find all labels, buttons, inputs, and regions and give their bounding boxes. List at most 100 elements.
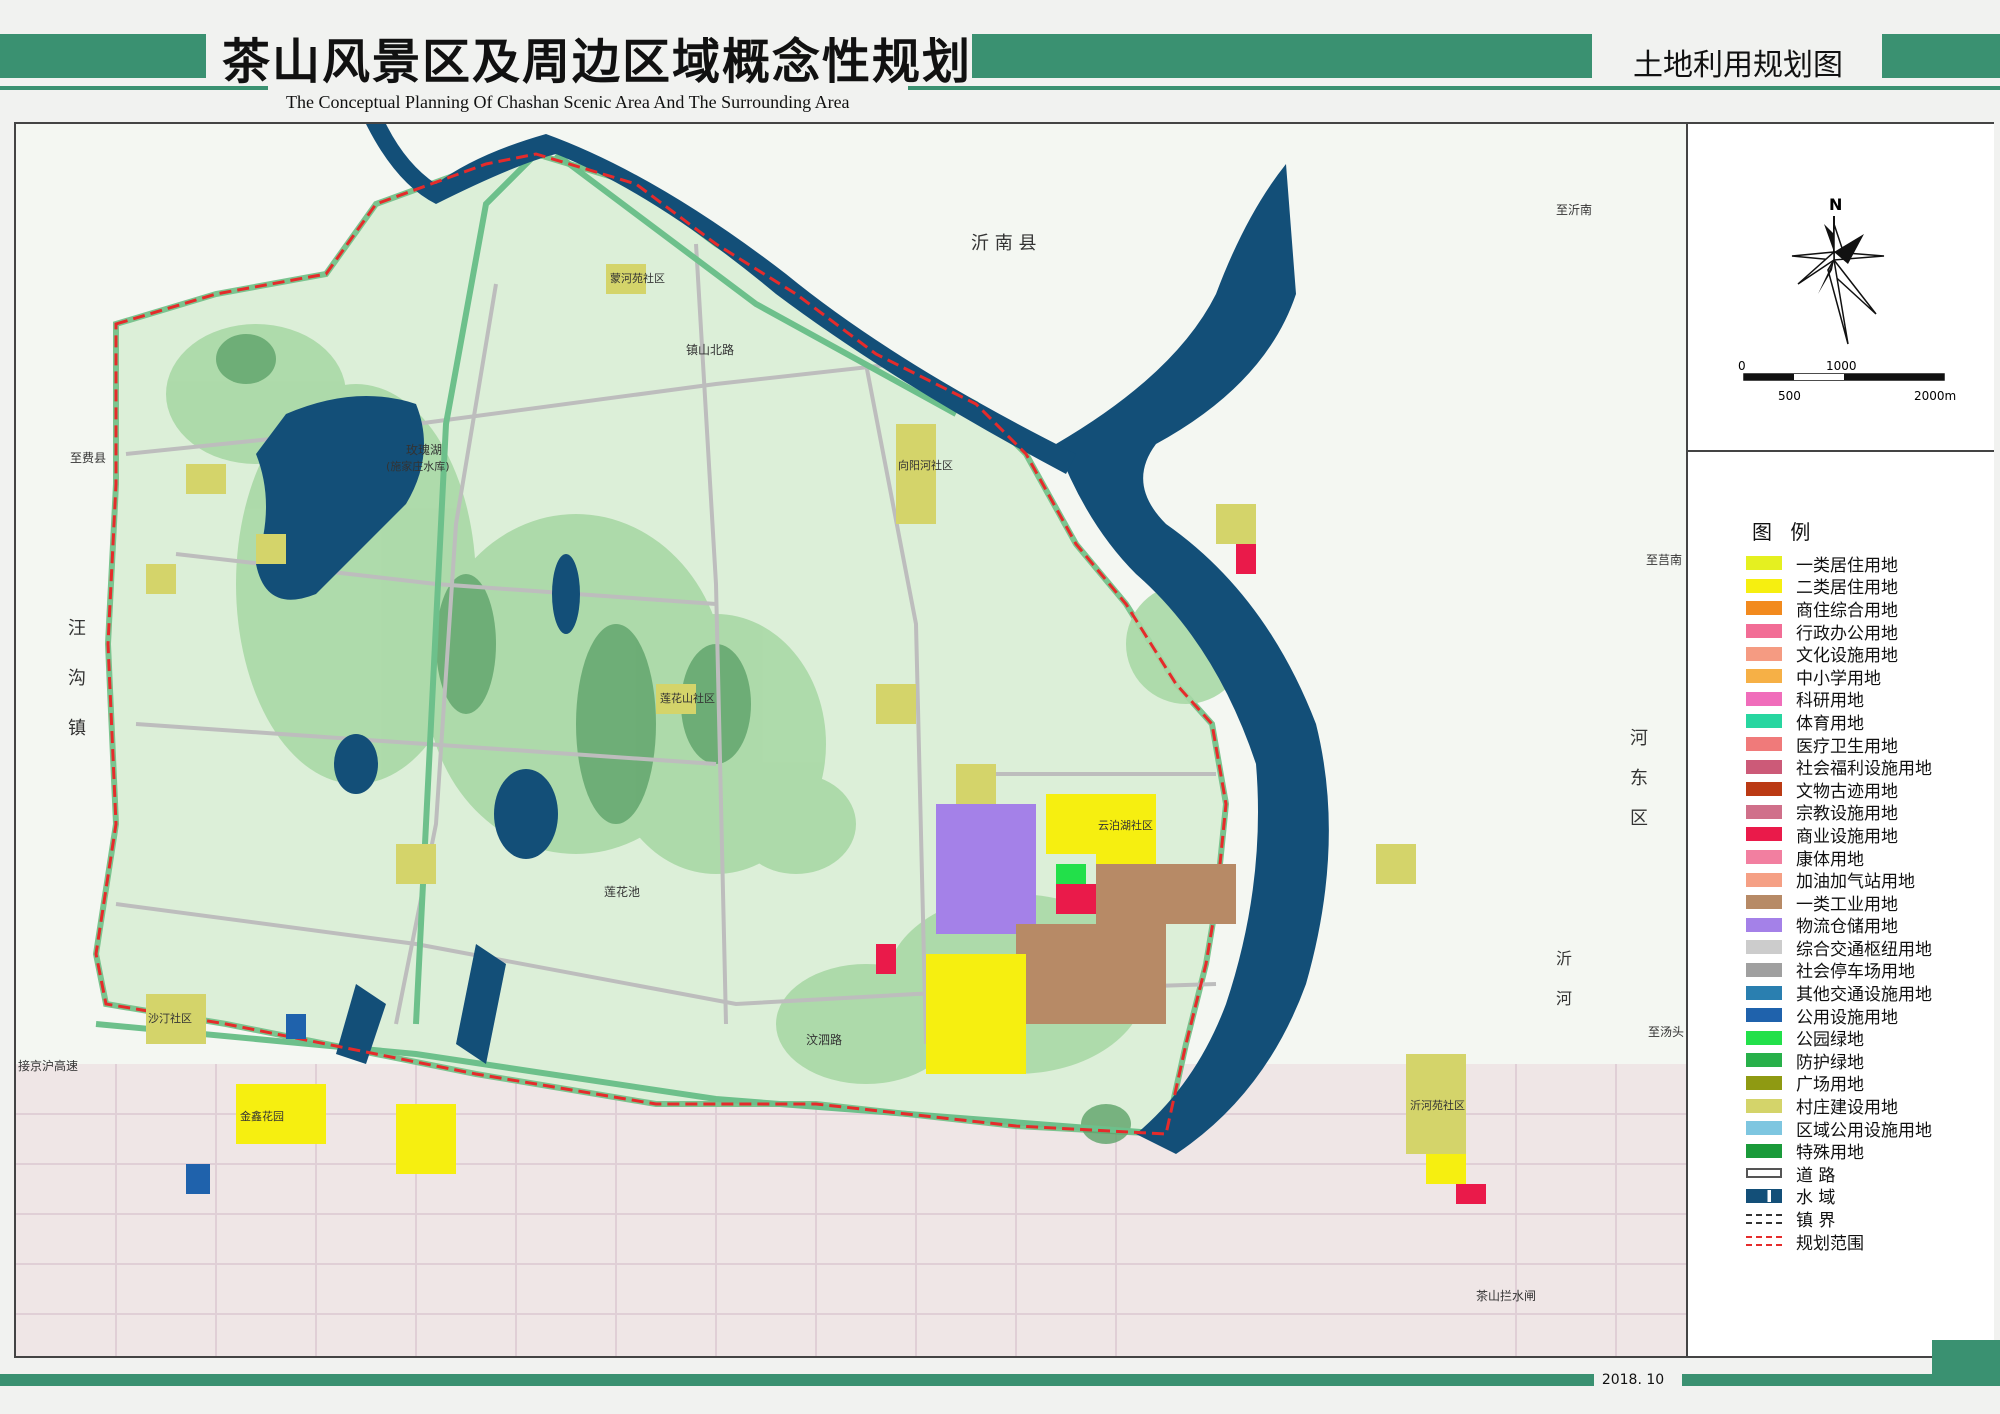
legend-item: 一类居住用地: [1746, 552, 1932, 576]
legend-label: 社会停车场用地: [1796, 962, 1915, 983]
legend-item: 加油加气站用地: [1746, 868, 1932, 893]
legend-swatch: [1746, 804, 1782, 819]
scale-label-500: 500: [1778, 389, 1801, 403]
shanzi-reservoir: [552, 554, 580, 634]
label-expressway: 接京沪高速: [18, 1058, 78, 1073]
legend-label: 一类工业用地: [1796, 894, 1898, 915]
label-to-tangtou: 至汤头: [1648, 1025, 1684, 1039]
label-zhenshan-road: 镇山北路: [686, 342, 734, 357]
legend-item: 物流仓储用地: [1746, 914, 1932, 937]
legend-item: 镇 界: [1746, 1207, 1932, 1232]
lianhua-pond: [494, 769, 558, 859]
legend-label: 宗教设施用地: [1796, 804, 1898, 825]
footer-band-right: [1682, 1374, 1932, 1386]
legend-label: 一类居住用地: [1796, 555, 1898, 576]
legend-label: 特殊用地: [1796, 1143, 1864, 1164]
legend-swatch: [1746, 872, 1782, 887]
label-yihe-1: 沂: [1556, 949, 1572, 968]
legend-label: 体育用地: [1796, 713, 1864, 734]
label-meigui-lake: 玫瑰湖: [406, 442, 442, 457]
legend-swatch: [1746, 646, 1782, 661]
label-wanggou-1: 汪: [68, 618, 86, 639]
label-wensi-road: 汶泗路: [806, 1032, 842, 1047]
legend-label: 行政办公用地: [1796, 623, 1898, 644]
scale-label-0: 0: [1738, 359, 1746, 373]
legend-item: 社会福利设施用地: [1746, 755, 1932, 780]
legend-label: 加油加气站用地: [1796, 872, 1915, 893]
legend-item: 广场用地: [1746, 1072, 1932, 1095]
legend-label: 广场用地: [1796, 1075, 1864, 1096]
legend-swatch: [1746, 962, 1782, 977]
legend-item: 村庄建设用地: [1746, 1094, 1932, 1119]
page-title: 茶山风景区及周边区域概念性规划: [222, 34, 973, 90]
compass-rose-icon: N 0 1000 500 2000m: [1738, 195, 1956, 403]
label-yinan: 沂 南 县: [971, 233, 1036, 254]
legend-label: 社会福利设施用地: [1796, 759, 1932, 780]
legend-swatch: [1746, 917, 1782, 932]
legend-label: 文物古迹用地: [1796, 781, 1898, 802]
label-to-junan: 至莒南: [1646, 552, 1682, 567]
legend-item: 道 路: [1746, 1162, 1932, 1186]
label-village-22: 沙汀社区: [148, 1011, 192, 1025]
header-band-left: [0, 34, 206, 78]
legend-swatch: [1746, 827, 1782, 842]
legend-item: 行政办公用地: [1746, 620, 1932, 644]
label-to-yinan: 至沂南: [1556, 202, 1592, 217]
legend-item: 宗教设施用地: [1746, 801, 1932, 824]
label-wanggou-2: 沟: [68, 668, 86, 689]
legend-item: 水 域: [1746, 1185, 1932, 1208]
land-use-map[interactable]: 沂 南 县 汪 沟 镇 河 东 区 沂 河 镇山北路 汶泗路 玫瑰湖 (施家庄水…: [16, 124, 1686, 1356]
label-village-3: 向阳河社区: [898, 458, 953, 472]
legend-label: 规划范围: [1796, 1233, 1864, 1254]
legend-item: 医疗卫生用地: [1746, 733, 1932, 757]
legend-item: 防护绿地: [1746, 1049, 1932, 1073]
legend-swatch: [1746, 669, 1782, 684]
legend-label: 文化设施用地: [1796, 646, 1898, 667]
legend-item: 中小学用地: [1746, 665, 1932, 689]
compass-box: N 0 1000 500 2000m: [1688, 124, 1994, 452]
scale-label-2000: 2000m: [1914, 389, 1956, 403]
label-hedong-2: 东: [1630, 768, 1648, 789]
footer-band: [0, 1374, 1594, 1386]
legend-swatch: [1746, 578, 1782, 593]
legend-item: 康体用地: [1746, 846, 1932, 870]
legend-label: 商住综合用地: [1796, 600, 1898, 621]
legend-label: 物流仓储用地: [1796, 917, 1898, 938]
page-subtitle: The Conceptual Planning Of Chashan Sceni…: [286, 92, 850, 112]
label-village-21: 云泊湖社区: [1098, 818, 1153, 832]
label-yihe-2: 河: [1556, 989, 1572, 1008]
label-hedong-3: 区: [1630, 808, 1648, 829]
legend-swatch: [1746, 1168, 1782, 1179]
label-chashan-river: 茶山拦水闸: [1476, 1288, 1536, 1303]
legend-swatch: [1746, 1143, 1782, 1158]
legend-label: 医疗卫生用地: [1796, 736, 1898, 757]
legend-item: 科研用地: [1746, 688, 1932, 711]
legend-item: 社会停车场用地: [1746, 959, 1932, 982]
header-band-right: [1882, 34, 2000, 78]
legend-swatch: [1746, 1053, 1782, 1068]
legend-swatch: [1746, 1098, 1782, 1113]
legend-item: 文物古迹用地: [1746, 778, 1932, 802]
legend-swatch: [1746, 940, 1782, 955]
legend-item: 文化设施用地: [1746, 642, 1932, 667]
legend-label: 水 域: [1796, 1188, 1836, 1209]
legend-swatch: [1746, 1188, 1782, 1203]
label-to-feixian: 至费县: [70, 451, 106, 465]
label-village-32: 沂河苑社区: [1410, 1098, 1465, 1112]
legend-label: 镇 界: [1796, 1211, 1836, 1232]
legend-label: 科研用地: [1796, 691, 1864, 712]
legend-item: 一类工业用地: [1746, 891, 1932, 915]
header-band-middle: [972, 34, 1592, 78]
legend-label: 村庄建设用地: [1796, 1098, 1898, 1119]
label-village-35: 金鑫花园: [240, 1109, 284, 1123]
legend-item: 综合交通枢纽用地: [1746, 936, 1932, 960]
legend-swatch: [1746, 1236, 1782, 1247]
legend-label: 公用设施用地: [1796, 1007, 1898, 1028]
legend-swatch: [1746, 1008, 1782, 1023]
legend-item: 公用设施用地: [1746, 1004, 1932, 1028]
legend-swatch: [1746, 759, 1782, 774]
legend-item: 二类居住用地: [1746, 575, 1932, 598]
legend-swatch: [1746, 1030, 1782, 1045]
legend-item: 区域公用设施用地: [1746, 1117, 1932, 1141]
legend-swatch: [1746, 985, 1782, 1000]
